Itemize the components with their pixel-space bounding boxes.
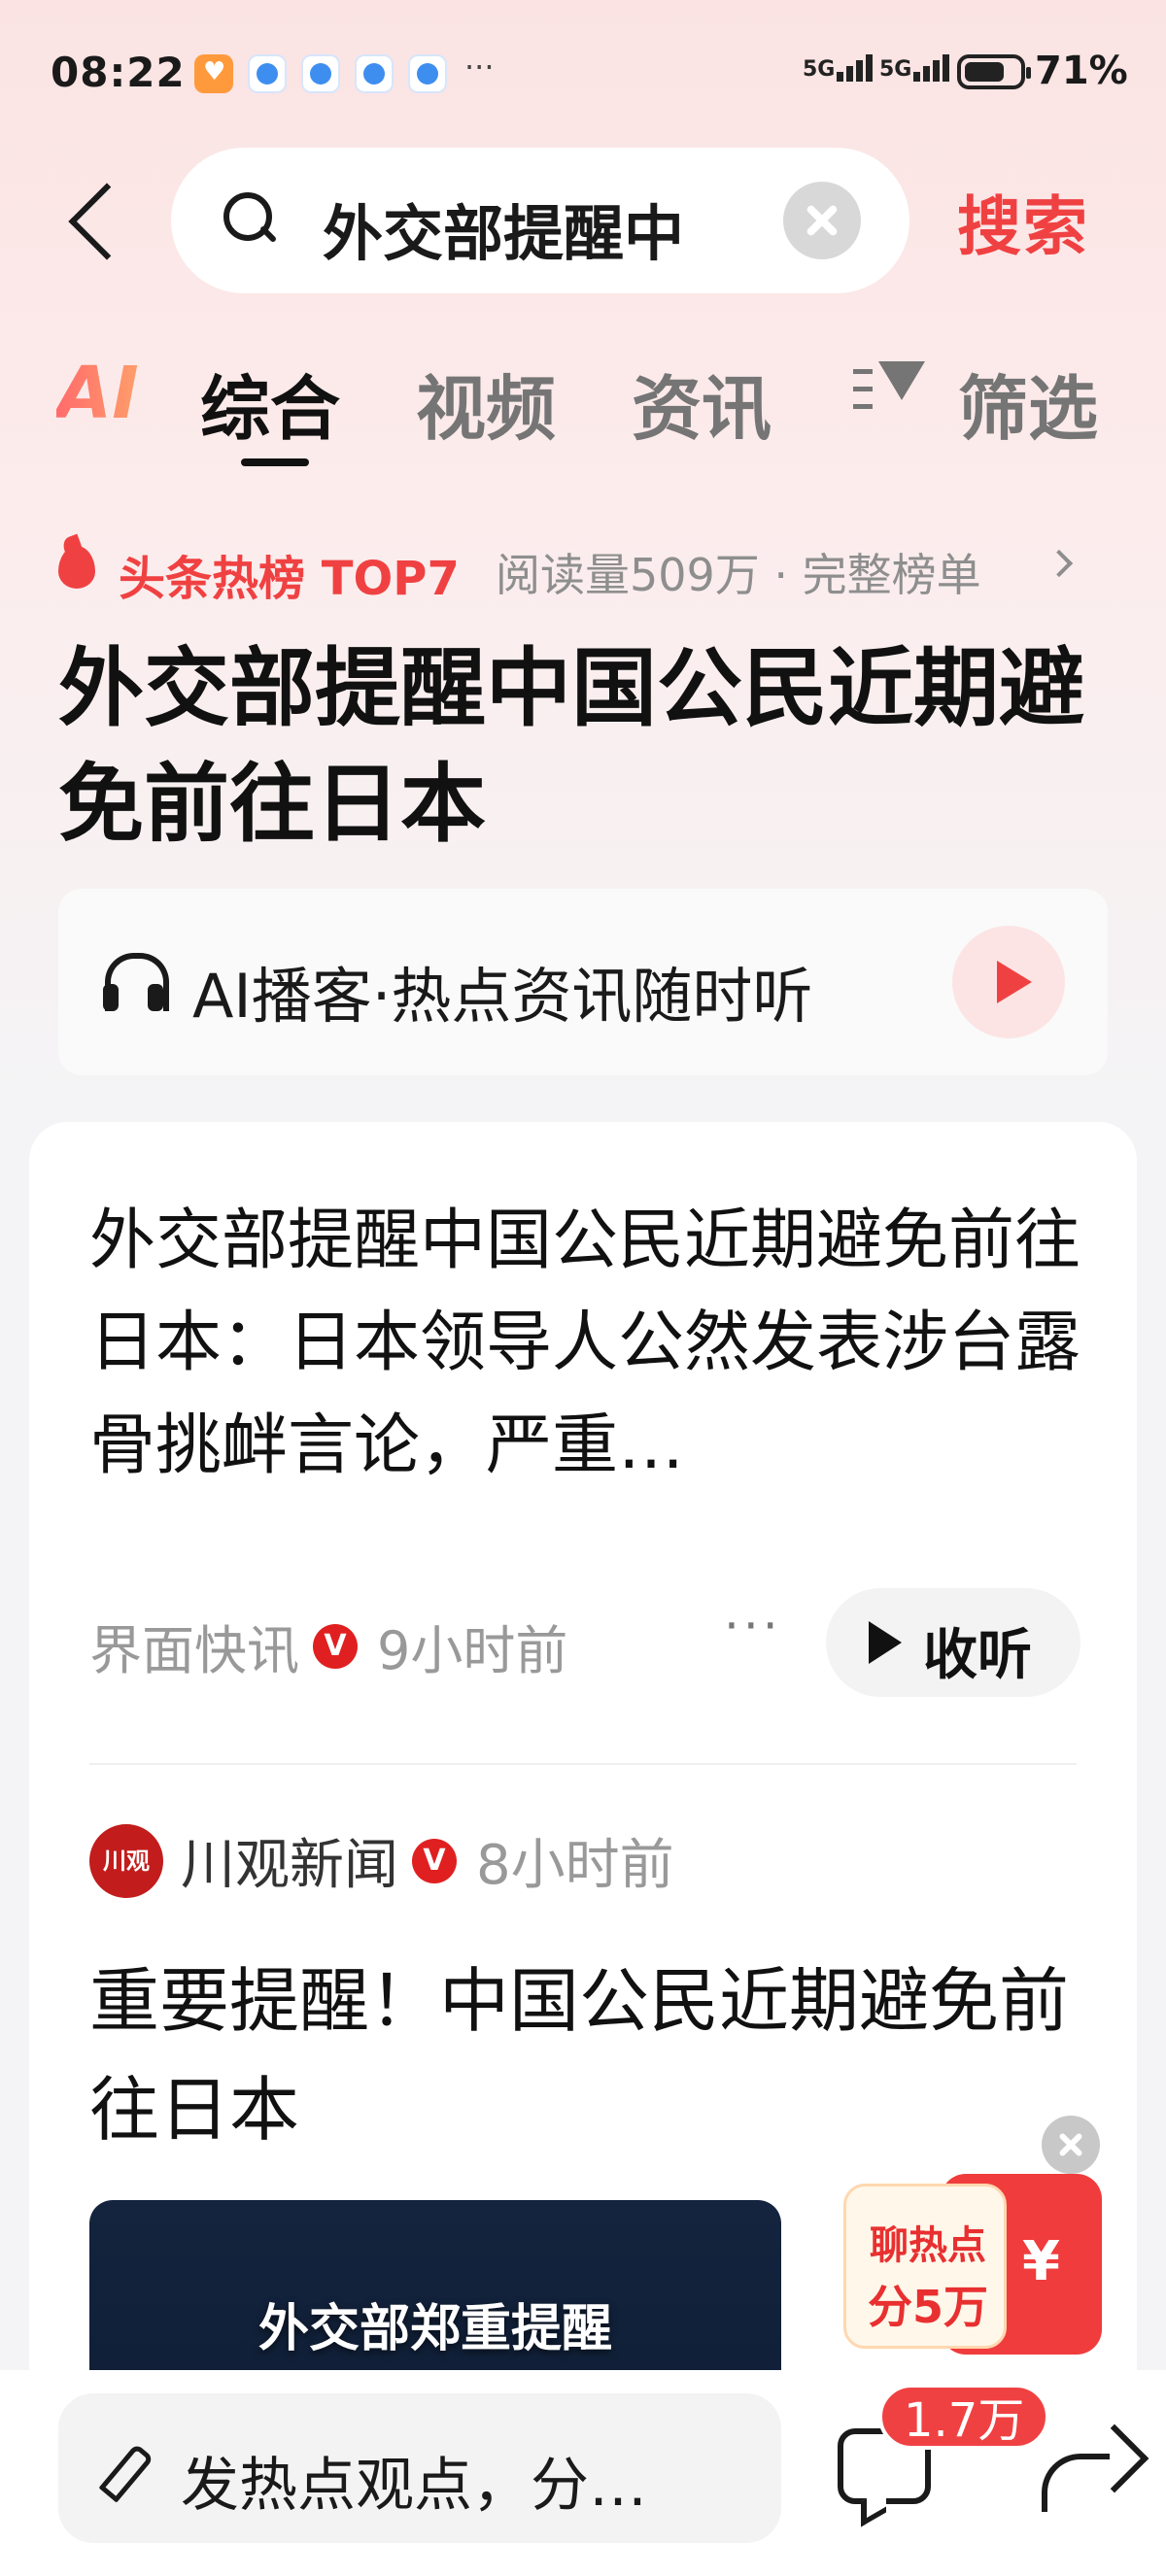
hot-topic-headline[interactable]: 外交部提醒中国公民近期避免前往日本 xyxy=(58,631,1108,863)
close-icon[interactable] xyxy=(1042,2116,1100,2174)
source-avatar[interactable]: 川观 xyxy=(89,1823,163,1898)
comment-input[interactable]: 发热点观点，分… xyxy=(58,2393,781,2543)
verified-badge: V xyxy=(412,1838,457,1883)
search-button[interactable]: 搜索 xyxy=(957,175,1089,268)
active-tab-indicator xyxy=(241,458,309,466)
clear-search-button[interactable] xyxy=(783,182,861,259)
tab-news[interactable]: 资讯 xyxy=(632,352,772,454)
thumbnail-caption: 外交部郑重提醒 xyxy=(257,2300,612,2358)
article-title[interactable]: 外交部提醒中国公民近期避免前往日本：日本领导人公然发表涉台露骨挑衅言论，严重… xyxy=(89,1190,1100,1497)
article-time: 9小时前 xyxy=(377,1620,568,1681)
hot-rank-meta[interactable]: 阅读量509万 · 完整榜单 xyxy=(496,540,981,604)
notification-app-icon xyxy=(355,54,394,93)
more-notifications-icon: ··· xyxy=(464,49,495,85)
results-card: 外交部提醒中国公民近期避免前往日本：日本领导人公然发表涉台露骨挑衅言论，严重… … xyxy=(29,1122,1137,2576)
verified-badge: V xyxy=(313,1623,358,1669)
article-meta: 界面快讯 V 9小时前 xyxy=(89,1608,567,1684)
tab-ai[interactable]: AI xyxy=(56,352,139,435)
search-query: 外交部提醒中 xyxy=(323,198,685,269)
ai-podcast-card[interactable]: AI播客·热点资讯随时听 xyxy=(58,889,1108,1075)
more-options-button[interactable]: ··· xyxy=(724,1598,782,1654)
source-name[interactable]: 川观新闻 xyxy=(181,1821,398,1900)
listen-button[interactable]: 收听 xyxy=(826,1588,1080,1697)
tab-video[interactable]: 视频 xyxy=(416,352,556,454)
status-time: 08:22 xyxy=(51,49,186,96)
search-results-page: 08:22 ··· 5G 5G 71% 外交部提醒中 搜索 AI 综合 视频 资… xyxy=(0,0,1166,2576)
comment-count-badge: 1.7万 xyxy=(878,2384,1050,2450)
floating-promo[interactable]: ¥ 聊热点 分5万 xyxy=(843,2116,1104,2355)
play-icon xyxy=(869,1621,902,1664)
promo-card: 聊热点 分5万 xyxy=(843,2184,1007,2349)
promo-line2: 分5万 xyxy=(867,2281,988,2333)
bottom-bar: 发热点观点，分… 1.7万 xyxy=(0,2370,1166,2576)
yen-icon: ¥ xyxy=(1022,2230,1060,2293)
listen-label: 收听 xyxy=(923,1624,1032,1687)
search-icon xyxy=(223,192,274,243)
filter-icon[interactable] xyxy=(853,361,931,429)
podcast-label: AI播客·热点资讯随时听 xyxy=(192,961,813,1032)
source-row: 川观 川观新闻 V 8小时前 xyxy=(89,1821,674,1900)
tab-comprehensive[interactable]: 综合 xyxy=(200,352,340,454)
hot-rank-label[interactable]: 头条热榜 TOP7 xyxy=(119,540,460,608)
comment-placeholder: 发热点观点，分… xyxy=(181,2452,647,2520)
notification-app-icon xyxy=(194,54,233,93)
divider xyxy=(89,1763,1077,1765)
chevron-right-icon[interactable] xyxy=(1045,549,1074,578)
flame-icon xyxy=(54,536,99,591)
article-time: 8小时前 xyxy=(476,1834,674,1897)
filter-button[interactable]: 筛选 xyxy=(958,352,1098,454)
signal-icon: 5G xyxy=(879,54,952,82)
battery-level: 71% xyxy=(1035,49,1128,93)
signal-icon: 5G xyxy=(803,54,875,82)
notification-app-icon xyxy=(408,54,447,93)
promo-line1: 聊热点 xyxy=(870,2223,986,2268)
notification-app-icon xyxy=(301,54,340,93)
status-bar: 08:22 ··· 5G 5G 71% xyxy=(0,0,1166,146)
back-button[interactable] xyxy=(58,173,126,270)
headphones-icon xyxy=(103,953,169,1017)
battery-icon xyxy=(957,54,1031,89)
play-button[interactable] xyxy=(952,926,1065,1038)
notification-app-icon xyxy=(248,54,287,93)
share-icon[interactable] xyxy=(1038,2428,1145,2516)
search-input[interactable]: 外交部提醒中 xyxy=(171,148,909,293)
article-source[interactable]: 界面快讯 xyxy=(89,1608,299,1684)
pen-icon xyxy=(97,2444,152,2498)
